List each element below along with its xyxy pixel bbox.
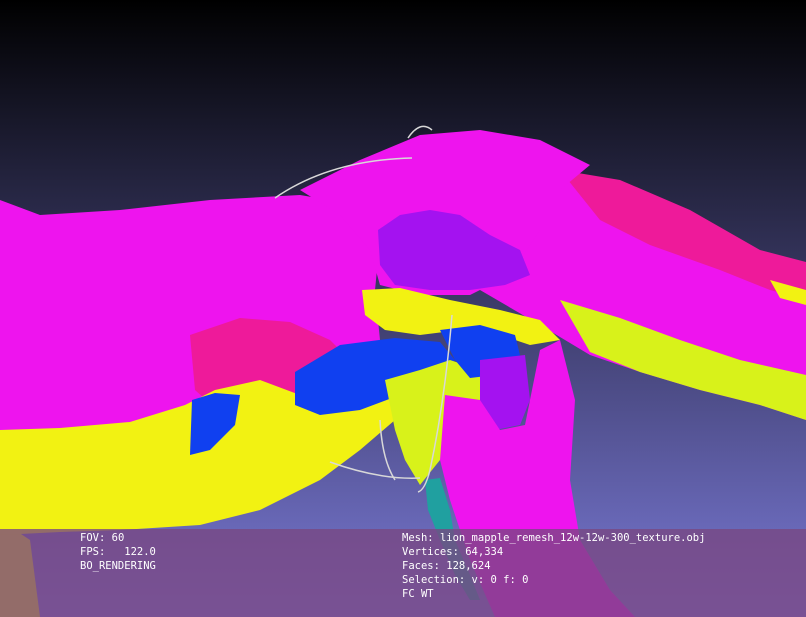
selection-value: v: 0 f: 0 — [471, 574, 529, 586]
info-overlay: FOV: 60 FPS: 122.0 BO_RENDERING Mesh: li… — [0, 529, 806, 617]
render-mode: BO_RENDERING — [80, 560, 156, 572]
fps-label: FPS: — [80, 546, 106, 558]
faces-row: Faces: 128,624 — [402, 559, 705, 573]
mesh-info: Mesh: lion_mapple_remesh_12w-12w-300_tex… — [402, 531, 705, 601]
vertices-label: Vertices: — [402, 546, 459, 558]
fps-row: FPS: 122.0 — [80, 545, 156, 559]
fov-row: FOV: 60 — [80, 531, 156, 545]
selection-row: Selection: v: 0 f: 0 — [402, 573, 705, 587]
vertices-row: Vertices: 64,334 — [402, 545, 705, 559]
3d-viewport[interactable]: FOV: 60 FPS: 122.0 BO_RENDERING Mesh: li… — [0, 0, 806, 617]
face-mode: FC WT — [402, 588, 434, 600]
faces-label: Faces: — [402, 560, 440, 572]
mesh-label: Mesh: — [402, 532, 434, 544]
render-info: FOV: 60 FPS: 122.0 BO_RENDERING — [80, 531, 156, 573]
vertices-value: 64,334 — [465, 546, 504, 558]
fov-label: FOV: — [80, 532, 106, 544]
mesh-row: Mesh: lion_mapple_remesh_12w-12w-300_tex… — [402, 531, 705, 545]
fps-value: 122.0 — [124, 546, 156, 558]
mesh-scene[interactable] — [0, 0, 806, 617]
mesh-filename: lion_mapple_remesh_12w-12w-300_texture.o… — [439, 532, 706, 544]
selection-label: Selection: — [402, 574, 466, 586]
fov-value: 60 — [111, 532, 125, 544]
faces-value: 128,624 — [446, 560, 491, 572]
